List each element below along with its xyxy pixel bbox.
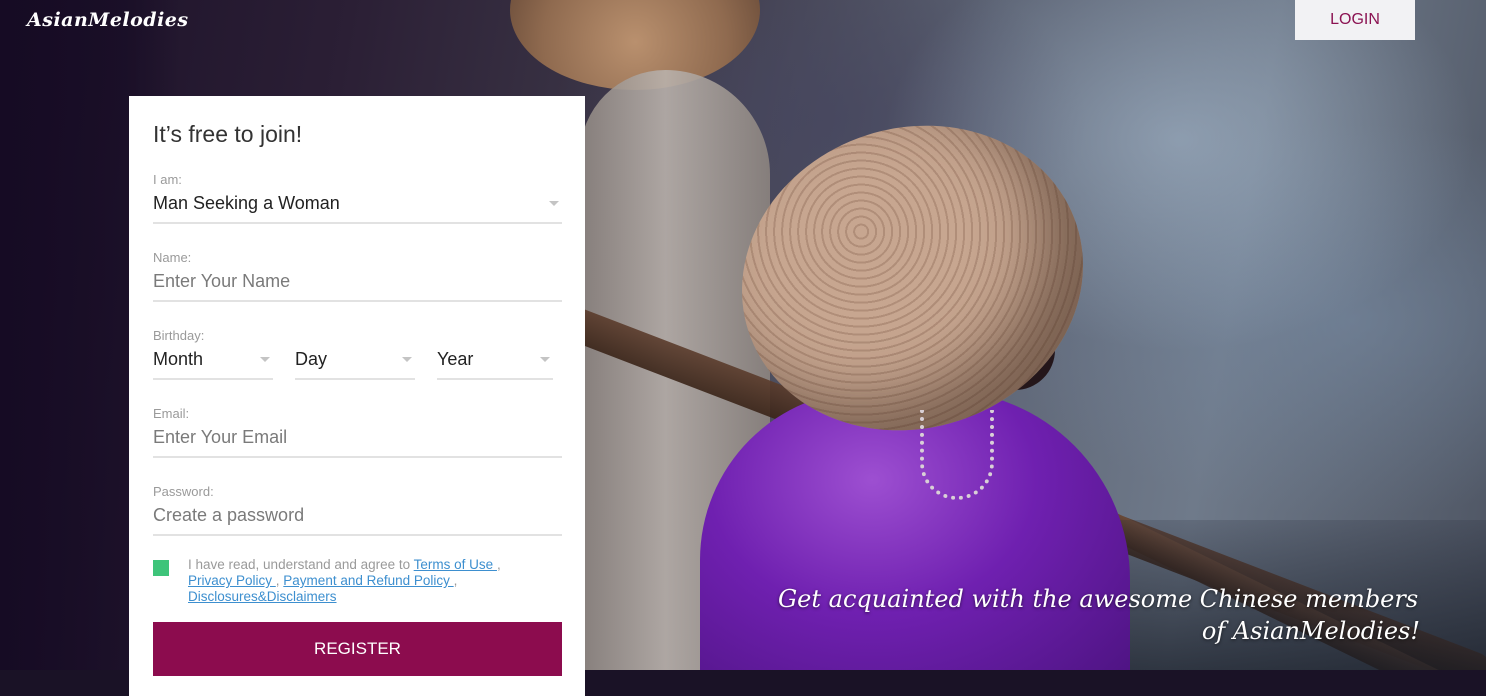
password-label: Password: — [153, 484, 214, 499]
chevron-down-icon — [540, 357, 550, 362]
birthday-year-value: Year — [437, 349, 474, 369]
birthday-field: Birthday: Month Day Year — [153, 328, 562, 380]
password-field: Password: Create a password — [153, 484, 562, 536]
terms-of-use-link[interactable]: Terms of Use — [414, 557, 497, 572]
tagline-line-2: of AsianMelodies! — [1201, 617, 1420, 645]
form-title: It’s free to join! — [153, 121, 303, 147]
agree-text: I have read, understand and agree to Ter… — [188, 557, 501, 604]
name-field: Name: Enter Your Name — [153, 250, 562, 302]
chevron-down-icon — [549, 201, 559, 206]
refund-policy-link[interactable]: Payment and Refund Policy — [283, 573, 453, 588]
agree-checkbox[interactable] — [153, 560, 169, 576]
name-input[interactable]: Enter Your Name — [153, 271, 562, 302]
chevron-down-icon — [402, 357, 412, 362]
email-input[interactable]: Enter Your Email — [153, 427, 562, 458]
birthday-year-select[interactable]: Year — [437, 349, 553, 380]
disclosures-link[interactable]: Disclosures&Disclaimers — [188, 589, 337, 604]
terms-agreement: I have read, understand and agree to Ter… — [153, 557, 562, 605]
iam-select-value: Man Seeking a Woman — [153, 193, 340, 213]
signup-form: It’s free to join! I am: Man Seeking a W… — [129, 96, 585, 696]
birthday-day-select[interactable]: Day — [295, 349, 415, 380]
chevron-down-icon — [260, 357, 270, 362]
name-label: Name: — [153, 250, 192, 265]
iam-select[interactable]: Man Seeking a Woman — [153, 193, 562, 224]
register-button[interactable]: REGISTER — [153, 622, 562, 676]
birthday-label: Birthday: — [153, 328, 205, 343]
agree-statement: I have read, understand and agree to — [188, 557, 414, 572]
tagline-line-1: Get acquainted with the awesome Chinese … — [778, 585, 1419, 613]
background-necklace — [920, 410, 994, 500]
tagline: Get acquainted with the awesome Chinese … — [760, 585, 1420, 645]
birthday-day-value: Day — [295, 349, 328, 369]
iam-label: I am: — [153, 172, 182, 187]
privacy-policy-link[interactable]: Privacy Policy — [188, 573, 276, 588]
login-button[interactable]: LOGIN — [1295, 0, 1415, 40]
birthday-selects: Month Day Year — [153, 349, 562, 380]
email-field: Email: Enter Your Email — [153, 406, 562, 458]
iam-field: I am: Man Seeking a Woman — [153, 172, 562, 224]
password-input[interactable]: Create a password — [153, 505, 562, 536]
birthday-month-value: Month — [153, 349, 204, 369]
birthday-month-select[interactable]: Month — [153, 349, 273, 380]
email-label: Email: — [153, 406, 190, 421]
site-logo[interactable]: AsianMelodies — [27, 9, 189, 31]
